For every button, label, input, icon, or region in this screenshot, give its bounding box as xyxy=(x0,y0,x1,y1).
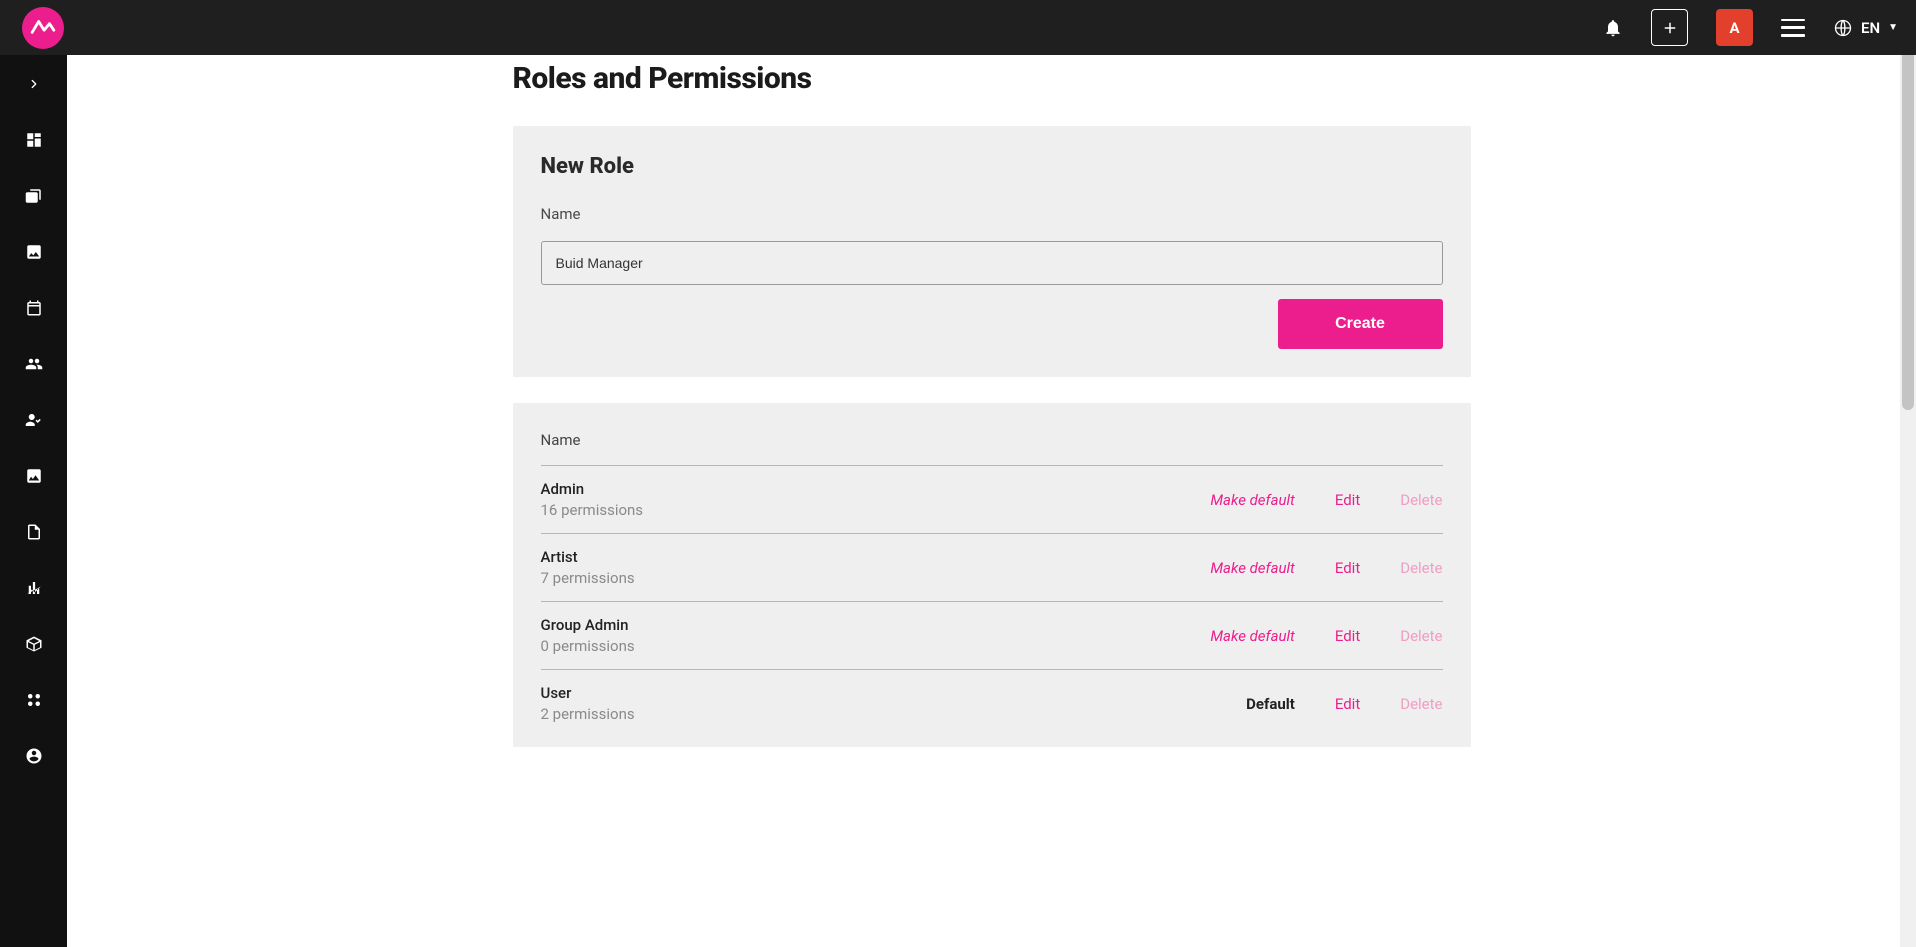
roles-list-panel: Name Admin 16 permissions Make default Edit… xyxy=(513,403,1471,747)
hamburger-line-icon xyxy=(1781,19,1805,22)
new-role-heading: New Role xyxy=(541,154,1443,179)
sidebar-item-apps[interactable] xyxy=(14,687,54,713)
edit-button[interactable]: Edit xyxy=(1335,627,1360,645)
sidebar-item-analytics[interactable] xyxy=(14,575,54,601)
role-row: User 2 permissions Default Edit Delete xyxy=(541,670,1443,737)
create-new-button[interactable] xyxy=(1651,9,1688,46)
topbar: A EN ▼ xyxy=(0,0,1916,55)
content-column: Roles and Permissions New Role Name Crea… xyxy=(513,61,1471,747)
user-avatar-button[interactable]: A xyxy=(1716,9,1753,46)
page-scrollbar[interactable] xyxy=(1900,0,1916,947)
create-button[interactable]: Create xyxy=(1278,299,1443,349)
make-default-button[interactable]: Make default xyxy=(1210,559,1294,577)
edit-button[interactable]: Edit xyxy=(1335,559,1360,577)
role-info: User 2 permissions xyxy=(541,684,635,723)
edit-button[interactable]: Edit xyxy=(1335,695,1360,713)
menu-button[interactable] xyxy=(1781,19,1805,37)
sidebar-item-approve-user[interactable] xyxy=(14,407,54,433)
sidebar-item-media[interactable] xyxy=(14,463,54,489)
sidebar-item-users[interactable] xyxy=(14,351,54,377)
document-icon xyxy=(25,523,43,541)
scrollbar-thumb[interactable] xyxy=(1902,50,1914,410)
sidebar-item-document[interactable] xyxy=(14,519,54,545)
default-badge: Default xyxy=(1246,695,1295,713)
role-permissions-count: 7 permissions xyxy=(541,569,635,587)
main-scroll-area[interactable]: Roles and Permissions New Role Name Crea… xyxy=(67,55,1916,947)
sidebar-expand-toggle[interactable] xyxy=(14,71,54,97)
account-circle-icon xyxy=(25,747,43,765)
notifications-bell-icon[interactable] xyxy=(1603,18,1623,38)
delete-button[interactable]: Delete xyxy=(1400,695,1442,713)
chevron-down-icon: ▼ xyxy=(1888,22,1898,33)
sidebar xyxy=(0,55,67,947)
images-stack-icon xyxy=(25,187,43,205)
sidebar-item-package[interactable] xyxy=(14,631,54,657)
box-icon xyxy=(25,635,43,653)
role-permissions-count: 16 permissions xyxy=(541,501,644,519)
delete-button[interactable]: Delete xyxy=(1400,559,1442,577)
role-info: Group Admin 0 permissions xyxy=(541,616,635,655)
name-field-label: Name xyxy=(541,205,1443,223)
role-actions: Make default Edit Delete xyxy=(1210,627,1442,645)
sidebar-item-image[interactable] xyxy=(14,239,54,265)
role-row: Artist 7 permissions Make default Edit Delet… xyxy=(541,534,1443,602)
calendar-icon xyxy=(25,299,43,317)
edit-button[interactable]: Edit xyxy=(1335,491,1360,509)
make-default-button[interactable]: Make default xyxy=(1210,491,1294,509)
users-icon xyxy=(25,355,43,373)
create-button-row: Create xyxy=(541,299,1443,349)
role-info: Admin 16 permissions xyxy=(541,480,644,519)
role-actions: Default Edit Delete xyxy=(1246,695,1442,713)
role-name: Artist xyxy=(541,548,635,566)
plus-icon xyxy=(1661,19,1679,37)
sidebar-item-account[interactable] xyxy=(14,743,54,769)
sidebar-item-calendar[interactable] xyxy=(14,295,54,321)
role-name: Admin xyxy=(541,480,644,498)
avatar-initial: A xyxy=(1729,19,1739,37)
role-row: Admin 16 permissions Make default Edit Delet… xyxy=(541,466,1443,534)
chevron-right-icon xyxy=(27,77,41,91)
globe-icon xyxy=(1833,18,1853,38)
image-icon xyxy=(25,243,43,261)
page-title: Roles and Permissions xyxy=(513,61,1471,96)
role-name: User xyxy=(541,684,635,702)
picture-icon xyxy=(25,467,43,485)
role-row: Group Admin 0 permissions Make default Edit… xyxy=(541,602,1443,670)
topbar-right: A EN ▼ xyxy=(1603,9,1898,46)
language-selector[interactable]: EN ▼ xyxy=(1833,18,1898,38)
topbar-left xyxy=(18,7,64,49)
role-permissions-count: 0 permissions xyxy=(541,637,635,655)
role-actions: Make default Edit Delete xyxy=(1210,559,1442,577)
language-label: EN xyxy=(1861,19,1880,37)
new-role-panel: New Role Name Create xyxy=(513,126,1471,377)
user-check-icon xyxy=(25,411,43,429)
sidebar-item-dashboard[interactable] xyxy=(14,127,54,153)
roles-list-header: Name xyxy=(541,431,1443,466)
delete-button[interactable]: Delete xyxy=(1400,491,1442,509)
logo-wave-icon xyxy=(30,15,56,41)
make-default-button[interactable]: Make default xyxy=(1210,627,1294,645)
roles-container: Admin 16 permissions Make default Edit Delet… xyxy=(541,466,1443,737)
role-info: Artist 7 permissions xyxy=(541,548,635,587)
role-actions: Make default Edit Delete xyxy=(1210,491,1442,509)
hamburger-line-icon xyxy=(1781,26,1805,29)
role-name: Group Admin xyxy=(541,616,635,634)
dashboard-icon xyxy=(25,131,43,149)
hamburger-line-icon xyxy=(1781,34,1805,37)
delete-button[interactable]: Delete xyxy=(1400,627,1442,645)
apps-dots-icon xyxy=(25,691,43,709)
sidebar-item-gallery[interactable] xyxy=(14,183,54,209)
role-name-input[interactable] xyxy=(541,241,1443,285)
app-logo[interactable] xyxy=(22,7,64,49)
role-permissions-count: 2 permissions xyxy=(541,705,635,723)
